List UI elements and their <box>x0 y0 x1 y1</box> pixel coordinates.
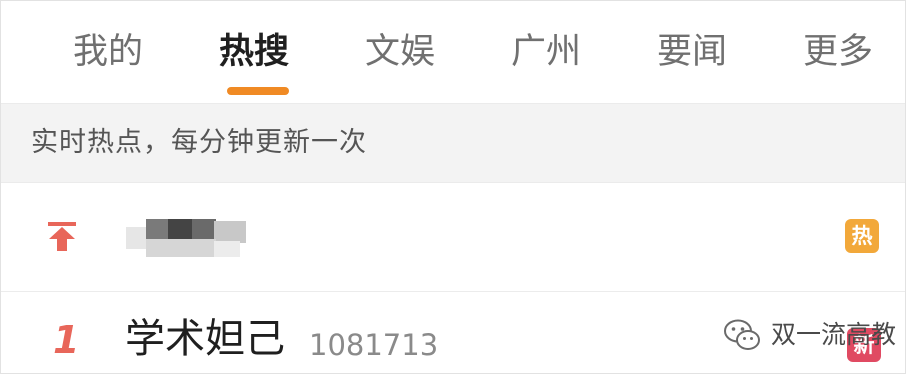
rank-number: 1 <box>53 318 80 362</box>
watermark-text: 双一流高教 <box>771 320 897 349</box>
tab-news[interactable]: 要闻 <box>657 27 727 77</box>
tab-guangzhou[interactable]: 广州 <box>511 27 581 77</box>
search-count: 1081713 <box>309 328 439 362</box>
tab-mine[interactable]: 我的 <box>73 27 143 77</box>
active-tab-indicator <box>227 87 289 95</box>
wechat-icon <box>724 319 760 350</box>
obscured-title <box>126 217 251 259</box>
tab-entertainment[interactable]: 文娱 <box>365 27 435 77</box>
pinned-list-item[interactable]: 热 <box>1 183 905 292</box>
item-title: 学术妲己 <box>125 316 285 362</box>
hot-badge: 热 <box>845 219 879 253</box>
info-strip-text: 实时热点，每分钟更新一次 <box>31 127 367 158</box>
watermark: 双一流高教 <box>723 313 896 357</box>
info-strip: 实时热点，每分钟更新一次 <box>1 103 905 183</box>
tab-more[interactable]: 更多 <box>803 27 873 77</box>
tab-hot-search[interactable]: 热搜 <box>219 27 289 77</box>
hot-search-screen: 我的 热搜 文娱 广州 要闻 更多 实时热点，每分钟更新一次 热 1 学术妲己 … <box>0 0 906 374</box>
tab-bar: 我的 热搜 文娱 广州 要闻 更多 <box>1 1 905 103</box>
pin-top-icon <box>48 222 76 251</box>
